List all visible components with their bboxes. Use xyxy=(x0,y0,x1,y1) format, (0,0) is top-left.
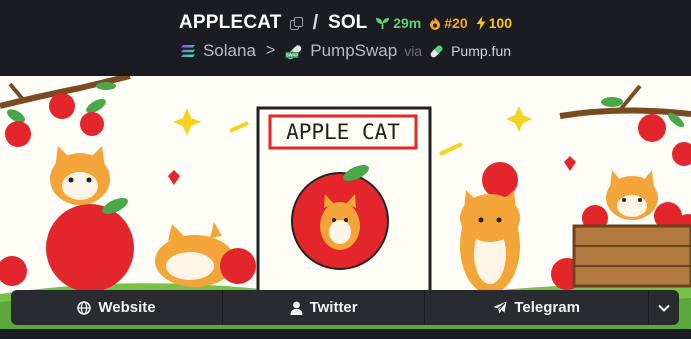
sign-text: APPLE CAT xyxy=(286,120,400,144)
pair-separator: / xyxy=(312,11,319,34)
breadcrumb: Solana > SWAP PumpSwap via Pump.fun xyxy=(0,40,691,62)
globe-icon xyxy=(77,300,92,315)
dex-link[interactable]: PumpSwap xyxy=(310,41,397,61)
trending-rank-badge: #20 xyxy=(429,15,468,31)
chevron-right-icon: > xyxy=(265,42,276,59)
pair-age: 29m xyxy=(393,15,422,31)
twitter-button[interactable]: Twitter xyxy=(222,290,425,325)
website-button[interactable]: Website xyxy=(11,290,223,325)
website-label: Website xyxy=(98,299,156,316)
age-badge: 29m xyxy=(375,15,421,31)
more-links-dropdown[interactable] xyxy=(648,290,679,325)
telegram-button[interactable]: Telegram xyxy=(424,290,649,325)
svg-text:SWAP: SWAP xyxy=(286,53,299,58)
token-header: APPLECAT / SOL 29m #20 100 Solana > SWAP xyxy=(0,0,691,76)
quote-token: SOL xyxy=(328,12,368,33)
chain-link[interactable]: Solana xyxy=(203,41,256,61)
sprout-icon xyxy=(376,17,390,29)
via-label: via xyxy=(404,43,423,59)
copy-icon[interactable] xyxy=(289,16,303,30)
chevron-down-icon xyxy=(658,304,670,312)
flame-icon xyxy=(430,17,441,30)
pumpswap-icon: SWAP xyxy=(285,45,302,60)
pumpfun-pill-icon xyxy=(430,45,443,57)
social-links-bar: Website Twitter Telegram xyxy=(11,290,679,325)
token-title-row: APPLECAT / SOL 29m #20 100 xyxy=(0,10,691,36)
bottom-divider xyxy=(0,329,691,339)
platform-link[interactable]: Pump.fun xyxy=(451,43,511,59)
solana-icon xyxy=(180,45,195,57)
paper-plane-icon xyxy=(493,301,507,314)
telegram-label: Telegram xyxy=(514,299,580,316)
twitter-label: Twitter xyxy=(309,299,358,316)
lightning-icon xyxy=(476,16,486,30)
trending-rank: #20 xyxy=(444,15,468,31)
boost-count: 100 xyxy=(488,15,512,31)
boost-badge[interactable]: 100 xyxy=(476,15,512,31)
user-icon xyxy=(290,301,303,315)
token-ticker: APPLECAT xyxy=(179,12,282,33)
